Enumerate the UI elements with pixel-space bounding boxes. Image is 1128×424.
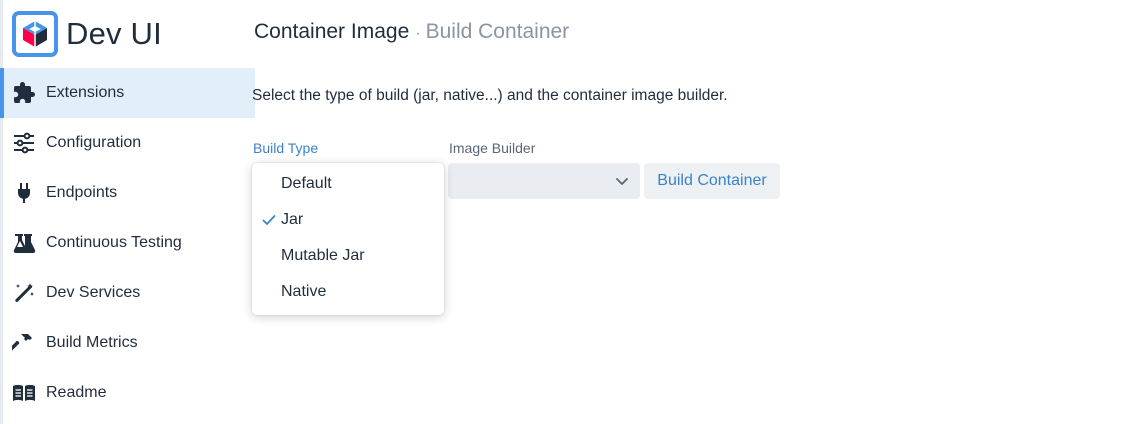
page-subtitle: Build Container bbox=[425, 20, 570, 43]
brand[interactable]: Dev UI bbox=[12, 10, 162, 58]
sidebar-item-extensions[interactable]: Extensions bbox=[0, 68, 255, 118]
build-type-option-mutable-jar[interactable]: Mutable Jar bbox=[252, 238, 444, 274]
sidebar: Dev UI Extensions Configuration Endpoint… bbox=[0, 0, 255, 424]
hammer-icon bbox=[10, 329, 38, 357]
build-type-option-native[interactable]: Native bbox=[252, 274, 444, 310]
plug-icon bbox=[10, 179, 38, 207]
page-description: Select the type of build (jar, native...… bbox=[252, 87, 728, 104]
option-label: Mutable Jar bbox=[281, 247, 365, 264]
sidebar-item-label: Dev Services bbox=[46, 284, 141, 301]
puzzle-icon bbox=[10, 79, 38, 107]
quarkus-logo-icon bbox=[12, 11, 58, 57]
sidebar-item-build-metrics[interactable]: Build Metrics bbox=[3, 318, 255, 368]
sidebar-item-endpoints[interactable]: Endpoints bbox=[3, 168, 255, 218]
title-separator: · bbox=[415, 25, 421, 42]
book-icon bbox=[10, 379, 38, 407]
checkmark-icon bbox=[262, 213, 276, 232]
image-builder-select[interactable] bbox=[448, 163, 640, 199]
sidebar-item-label: Build Metrics bbox=[46, 334, 138, 351]
build-type-option-jar[interactable]: Jar bbox=[252, 202, 444, 238]
image-builder-label: Image Builder bbox=[449, 140, 536, 156]
option-label: Jar bbox=[281, 211, 304, 228]
flask-icon bbox=[10, 229, 38, 257]
chevron-down-icon bbox=[614, 173, 630, 194]
sliders-icon bbox=[10, 129, 38, 157]
page-title: Container Image bbox=[254, 20, 410, 43]
page-header: Container Image · Build Container bbox=[254, 20, 569, 44]
magic-wand-icon bbox=[10, 279, 38, 307]
sidebar-item-label: Configuration bbox=[46, 134, 142, 151]
sidebar-item-configuration[interactable]: Configuration bbox=[3, 118, 255, 168]
sidebar-item-readme[interactable]: Readme bbox=[3, 368, 255, 418]
sidebar-item-dev-services[interactable]: Dev Services bbox=[3, 268, 255, 318]
sidebar-item-label: Endpoints bbox=[46, 184, 118, 201]
sidebar-item-label: Readme bbox=[46, 384, 107, 401]
option-label: Default bbox=[281, 175, 332, 192]
sidebar-item-label: Extensions bbox=[46, 84, 125, 101]
sidebar-nav: Extensions Configuration Endpoints Conti… bbox=[0, 68, 255, 418]
brand-title: Dev UI bbox=[66, 16, 162, 51]
build-type-label: Build Type bbox=[253, 140, 319, 156]
sidebar-item-continuous-testing[interactable]: Continuous Testing bbox=[3, 218, 255, 268]
sidebar-item-label: Continuous Testing bbox=[46, 234, 182, 251]
option-label: Native bbox=[281, 283, 327, 300]
dev-ui-app: Dev UI Extensions Configuration Endpoint… bbox=[0, 0, 1128, 424]
build-container-button[interactable]: Build Container bbox=[644, 163, 780, 199]
build-type-dropdown: Default Jar Mutable Jar Native bbox=[252, 163, 444, 315]
build-type-option-default[interactable]: Default bbox=[252, 166, 444, 202]
